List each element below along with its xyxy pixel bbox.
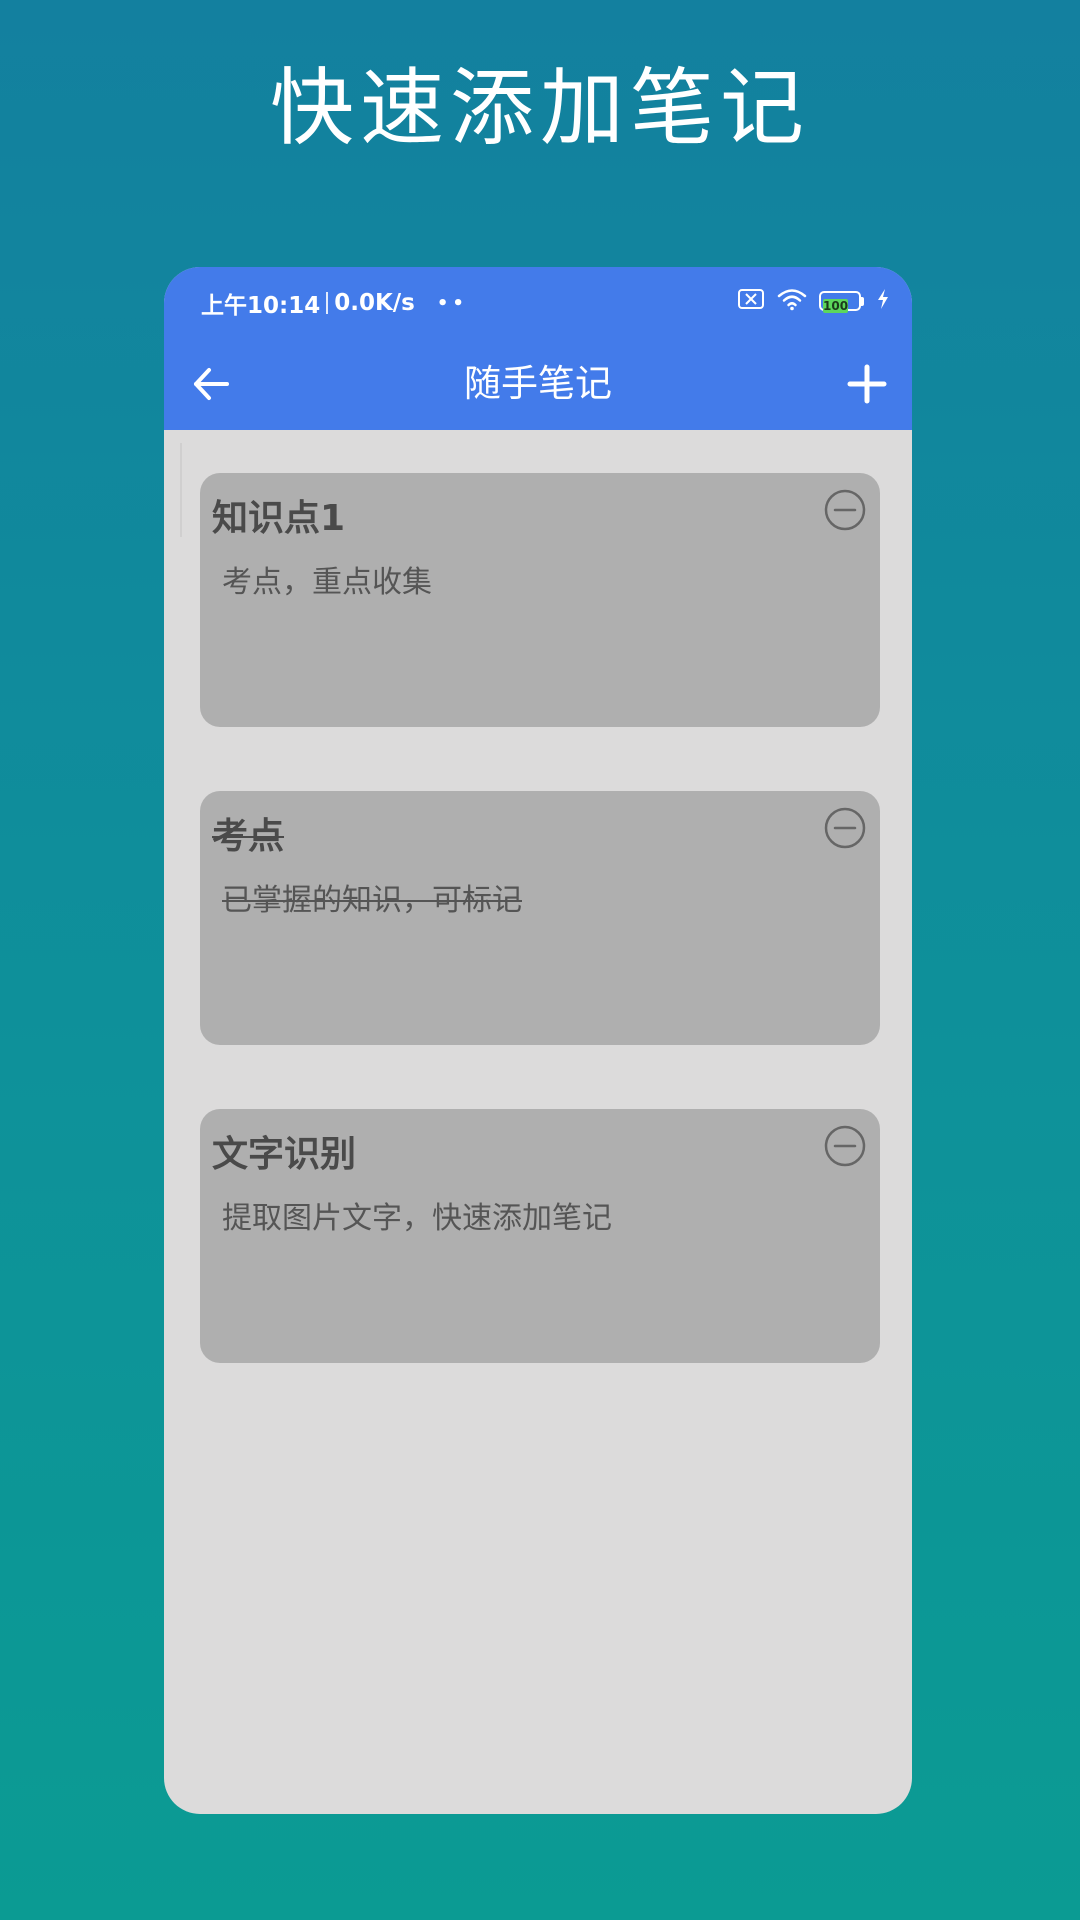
wifi-icon <box>777 287 807 315</box>
note-body: 考点，重点收集 <box>222 565 432 600</box>
charging-bolt-icon <box>876 288 890 314</box>
status-time: 上午10:14 <box>201 293 321 319</box>
note-body: 提取图片文字，快速添加笔记 <box>222 1201 612 1236</box>
phone-screen: 上午10:14 0.0K/s •• 100 随手笔记 知识点1 考点，重点收集 … <box>164 267 912 1814</box>
status-network-speed: 0.0K/s <box>334 290 415 316</box>
arrow-left-icon <box>194 368 229 400</box>
app-bar: 随手笔记 <box>164 337 912 430</box>
note-list: 知识点1 考点，重点收集 考点 已掌握的知识，可标记 文字识别 提取图片文字，快 <box>200 473 880 1427</box>
battery-icon: 100 <box>819 291 864 313</box>
promo-title: 快速添加笔记 <box>269 59 810 157</box>
note-card[interactable]: 文字识别 提取图片文字，快速添加笔记 <box>200 1109 880 1363</box>
plus-icon <box>847 364 887 404</box>
remove-note-button[interactable] <box>824 489 866 531</box>
back-button[interactable] <box>184 357 238 411</box>
note-title: 考点 <box>212 816 285 857</box>
scroll-indicator <box>180 443 182 537</box>
add-note-button[interactable] <box>840 357 894 411</box>
status-left: 上午10:14 0.0K/s •• <box>201 286 468 320</box>
minus-circle-icon <box>824 489 866 531</box>
app-title: 随手笔记 <box>464 362 612 405</box>
status-icons: 100 <box>737 287 890 315</box>
note-body: 已掌握的知识，可标记 <box>222 883 522 918</box>
note-title: 知识点1 <box>212 498 346 539</box>
minus-circle-icon <box>824 807 866 849</box>
note-card[interactable]: 知识点1 考点，重点收集 <box>200 473 880 727</box>
status-bar: 上午10:14 0.0K/s •• 100 <box>164 267 912 337</box>
minus-circle-icon <box>824 1125 866 1167</box>
note-card[interactable]: 考点 已掌握的知识，可标记 <box>200 791 880 1045</box>
battery-level: 100 <box>823 299 849 313</box>
remove-note-button[interactable] <box>824 1125 866 1167</box>
status-separator <box>326 292 329 314</box>
sim-no-signal-icon <box>737 288 765 314</box>
remove-note-button[interactable] <box>824 807 866 849</box>
status-dots: •• <box>436 292 468 314</box>
note-title: 文字识别 <box>212 1134 357 1175</box>
